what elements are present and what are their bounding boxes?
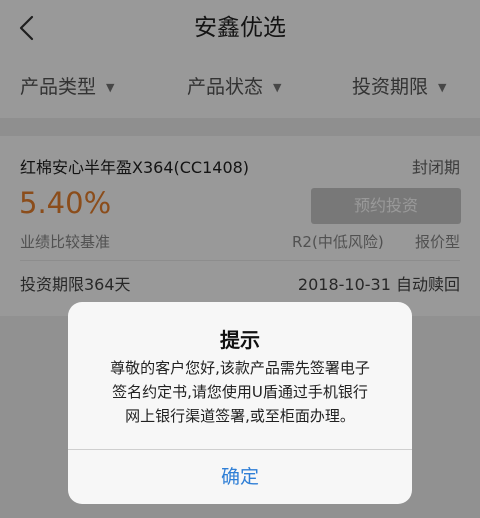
alert-dialog: 提示 尊敬的客户您好,该款产品需先签署电子 签名约定书,请您使用U盾通过手机银行… — [68, 302, 412, 504]
dialog-title: 提示 — [220, 328, 260, 352]
modal-backdrop[interactable]: 提示 尊敬的客户您好,该款产品需先签署电子 签名约定书,请您使用U盾通过手机银行… — [0, 0, 480, 518]
confirm-button[interactable]: 确定 — [68, 450, 412, 504]
dialog-message: 尊敬的客户您好,该款产品需先签署电子 签名约定书,请您使用U盾通过手机银行 网上… — [90, 356, 390, 428]
dialog-message-line: 网上银行渠道签署,或至柜面办理。 — [125, 407, 355, 425]
dialog-message-line: 尊敬的客户您好,该款产品需先签署电子 — [110, 359, 370, 377]
app-screen: 安鑫优选 产品类型 ▼ 产品状态 ▼ 投资期限 ▼ 红棉安心半年盈X364(CC140… — [0, 0, 480, 518]
dialog-message-line: 签名约定书,请您使用U盾通过手机银行 — [112, 383, 368, 401]
